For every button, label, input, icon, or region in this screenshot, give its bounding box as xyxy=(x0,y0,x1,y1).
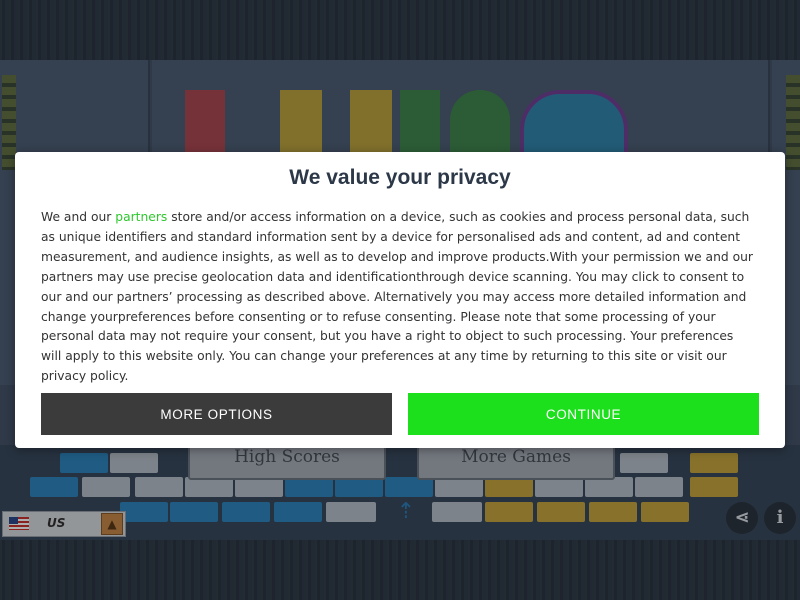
body-text: store and/or access information on a dev… xyxy=(41,210,753,384)
partners-link[interactable]: partners xyxy=(115,210,167,224)
body-prefix: We and our xyxy=(41,210,112,224)
more-options-button[interactable]: MORE OPTIONS xyxy=(41,393,392,435)
dialog-body-text: We and our partners store and/or access … xyxy=(41,208,757,387)
privacy-consent-dialog: We value your privacy We and our partner… xyxy=(15,152,785,448)
continue-button[interactable]: CONTINUE xyxy=(408,393,759,435)
dialog-title: We value your privacy xyxy=(289,166,511,189)
